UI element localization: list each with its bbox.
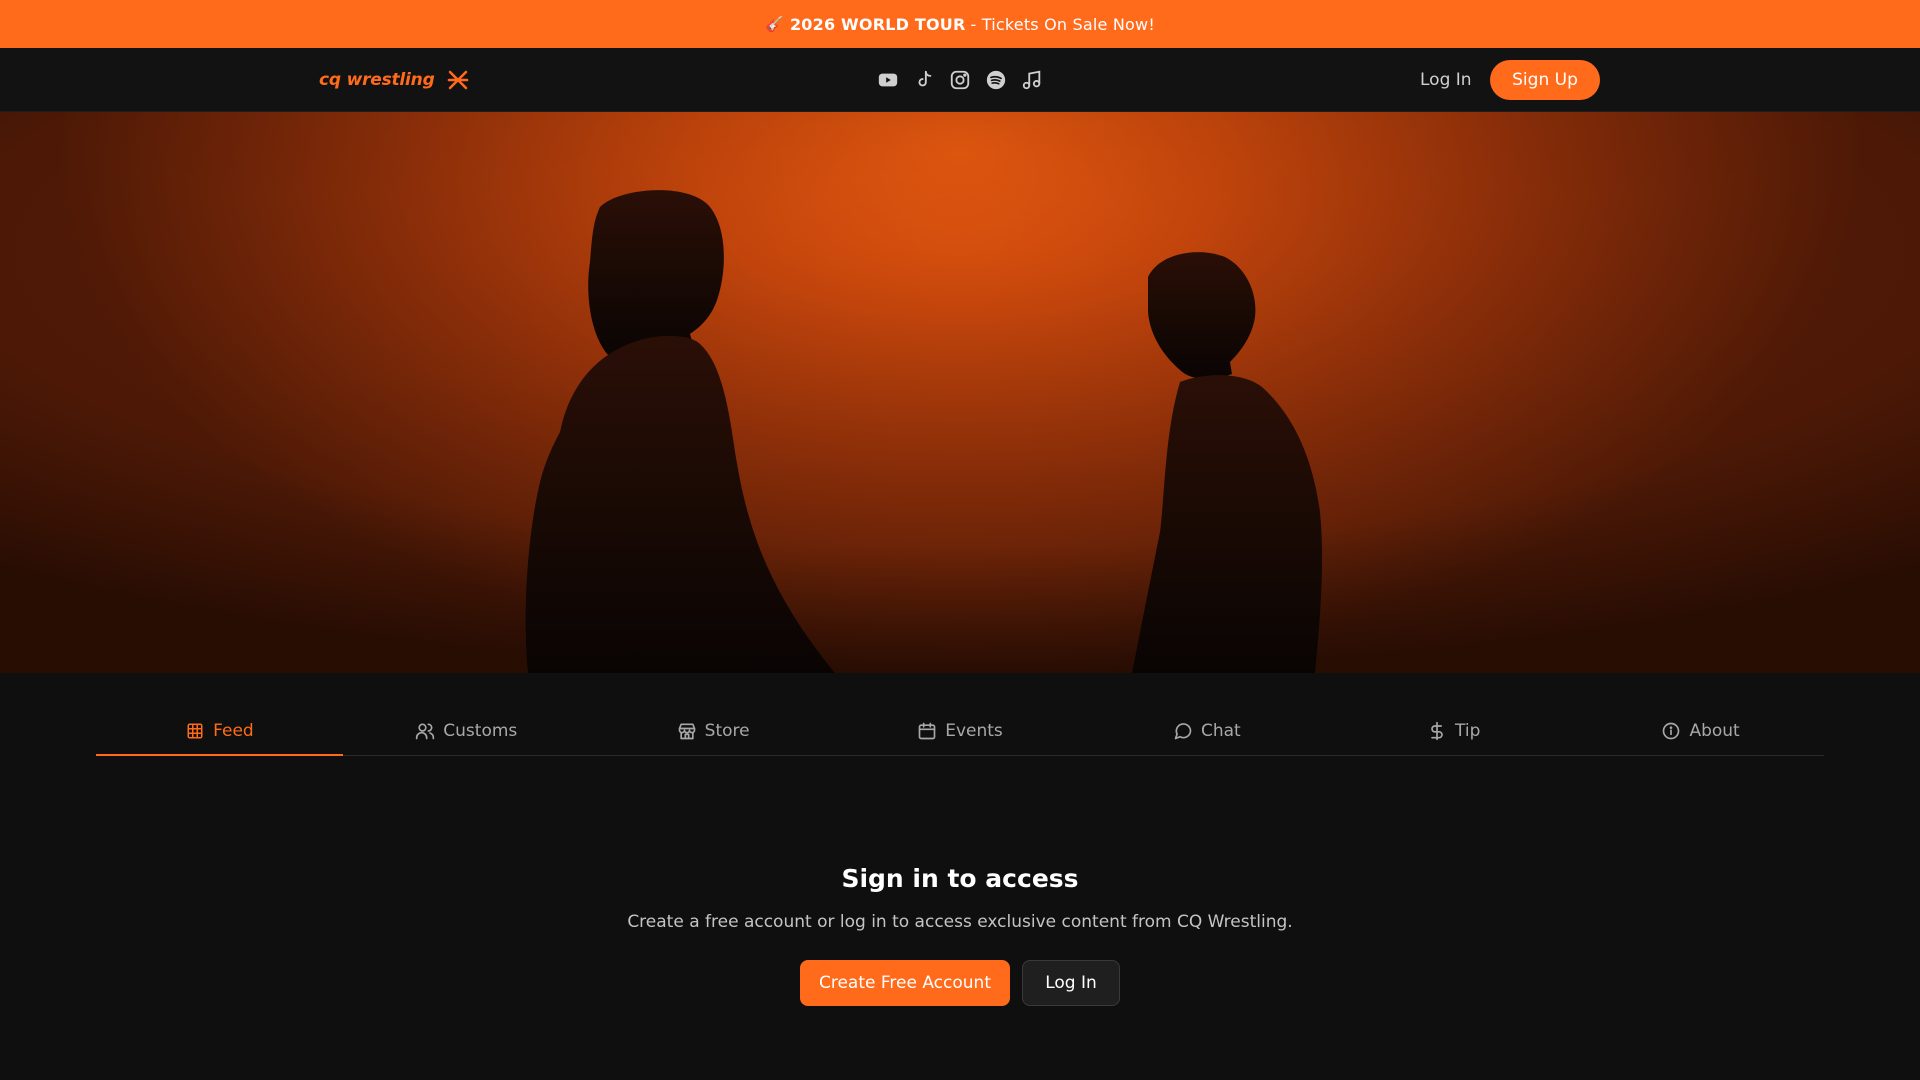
spotify-icon[interactable] (984, 68, 1008, 92)
login-button[interactable]: Log In (1022, 960, 1120, 1006)
promo-title: 2026 WORLD TOUR (789, 14, 966, 34)
grid-icon (185, 721, 205, 741)
tab-events[interactable]: Events (837, 706, 1084, 755)
logo-text: cq wrestling (319, 70, 435, 90)
youtube-icon[interactable] (876, 68, 900, 92)
store-icon (677, 721, 697, 741)
tab-label: Customs (443, 720, 518, 741)
tab-label: Chat (1201, 720, 1241, 741)
guitar-icon: 🎸 (765, 15, 784, 33)
calendar-icon (917, 721, 937, 741)
signin-description: Create a free account or log in to acces… (627, 912, 1293, 932)
tab-chat[interactable]: Chat (1083, 706, 1330, 755)
tab-about[interactable]: About (1577, 706, 1824, 755)
signin-title: Sign in to access (841, 864, 1079, 893)
tab-label: Tip (1455, 720, 1481, 741)
tiktok-icon[interactable] (912, 68, 936, 92)
tab-feed[interactable]: Feed (96, 706, 343, 756)
tab-store[interactable]: Store (590, 706, 837, 755)
dollar-icon (1427, 721, 1447, 741)
header-signup-button[interactable]: Sign Up (1490, 60, 1600, 100)
hero-illustration (0, 112, 1920, 673)
promo-banner[interactable]: 🎸 2026 WORLD TOUR - Tickets On Sale Now! (0, 0, 1920, 48)
header-login-link[interactable]: Log In (1420, 66, 1472, 94)
users-icon (415, 721, 435, 741)
logo[interactable]: cq wrestling (319, 66, 469, 94)
profile-tabs: Feed Customs Store Events Chat Tip About (96, 706, 1824, 756)
site-header: cq wrestling Log In Sign Up (0, 48, 1920, 112)
instagram-icon[interactable] (948, 68, 972, 92)
tab-customs[interactable]: Customs (343, 706, 590, 755)
music-note-icon[interactable] (1020, 68, 1044, 92)
tab-tip[interactable]: Tip (1330, 706, 1577, 755)
info-icon (1661, 721, 1681, 741)
chat-bubble-icon (1173, 721, 1193, 741)
create-account-button[interactable]: Create Free Account (800, 960, 1010, 1006)
tab-label: Events (945, 720, 1003, 741)
signin-actions: Create Free Account Log In (800, 960, 1120, 1006)
tab-label: Store (704, 720, 750, 741)
promo-text: - Tickets On Sale Now! (970, 14, 1155, 34)
tab-label: About (1689, 720, 1740, 741)
tab-label: Feed (213, 720, 254, 741)
asterisk-mark-icon (447, 70, 468, 90)
social-links (876, 68, 1044, 92)
hero-banner-image (0, 112, 1920, 673)
